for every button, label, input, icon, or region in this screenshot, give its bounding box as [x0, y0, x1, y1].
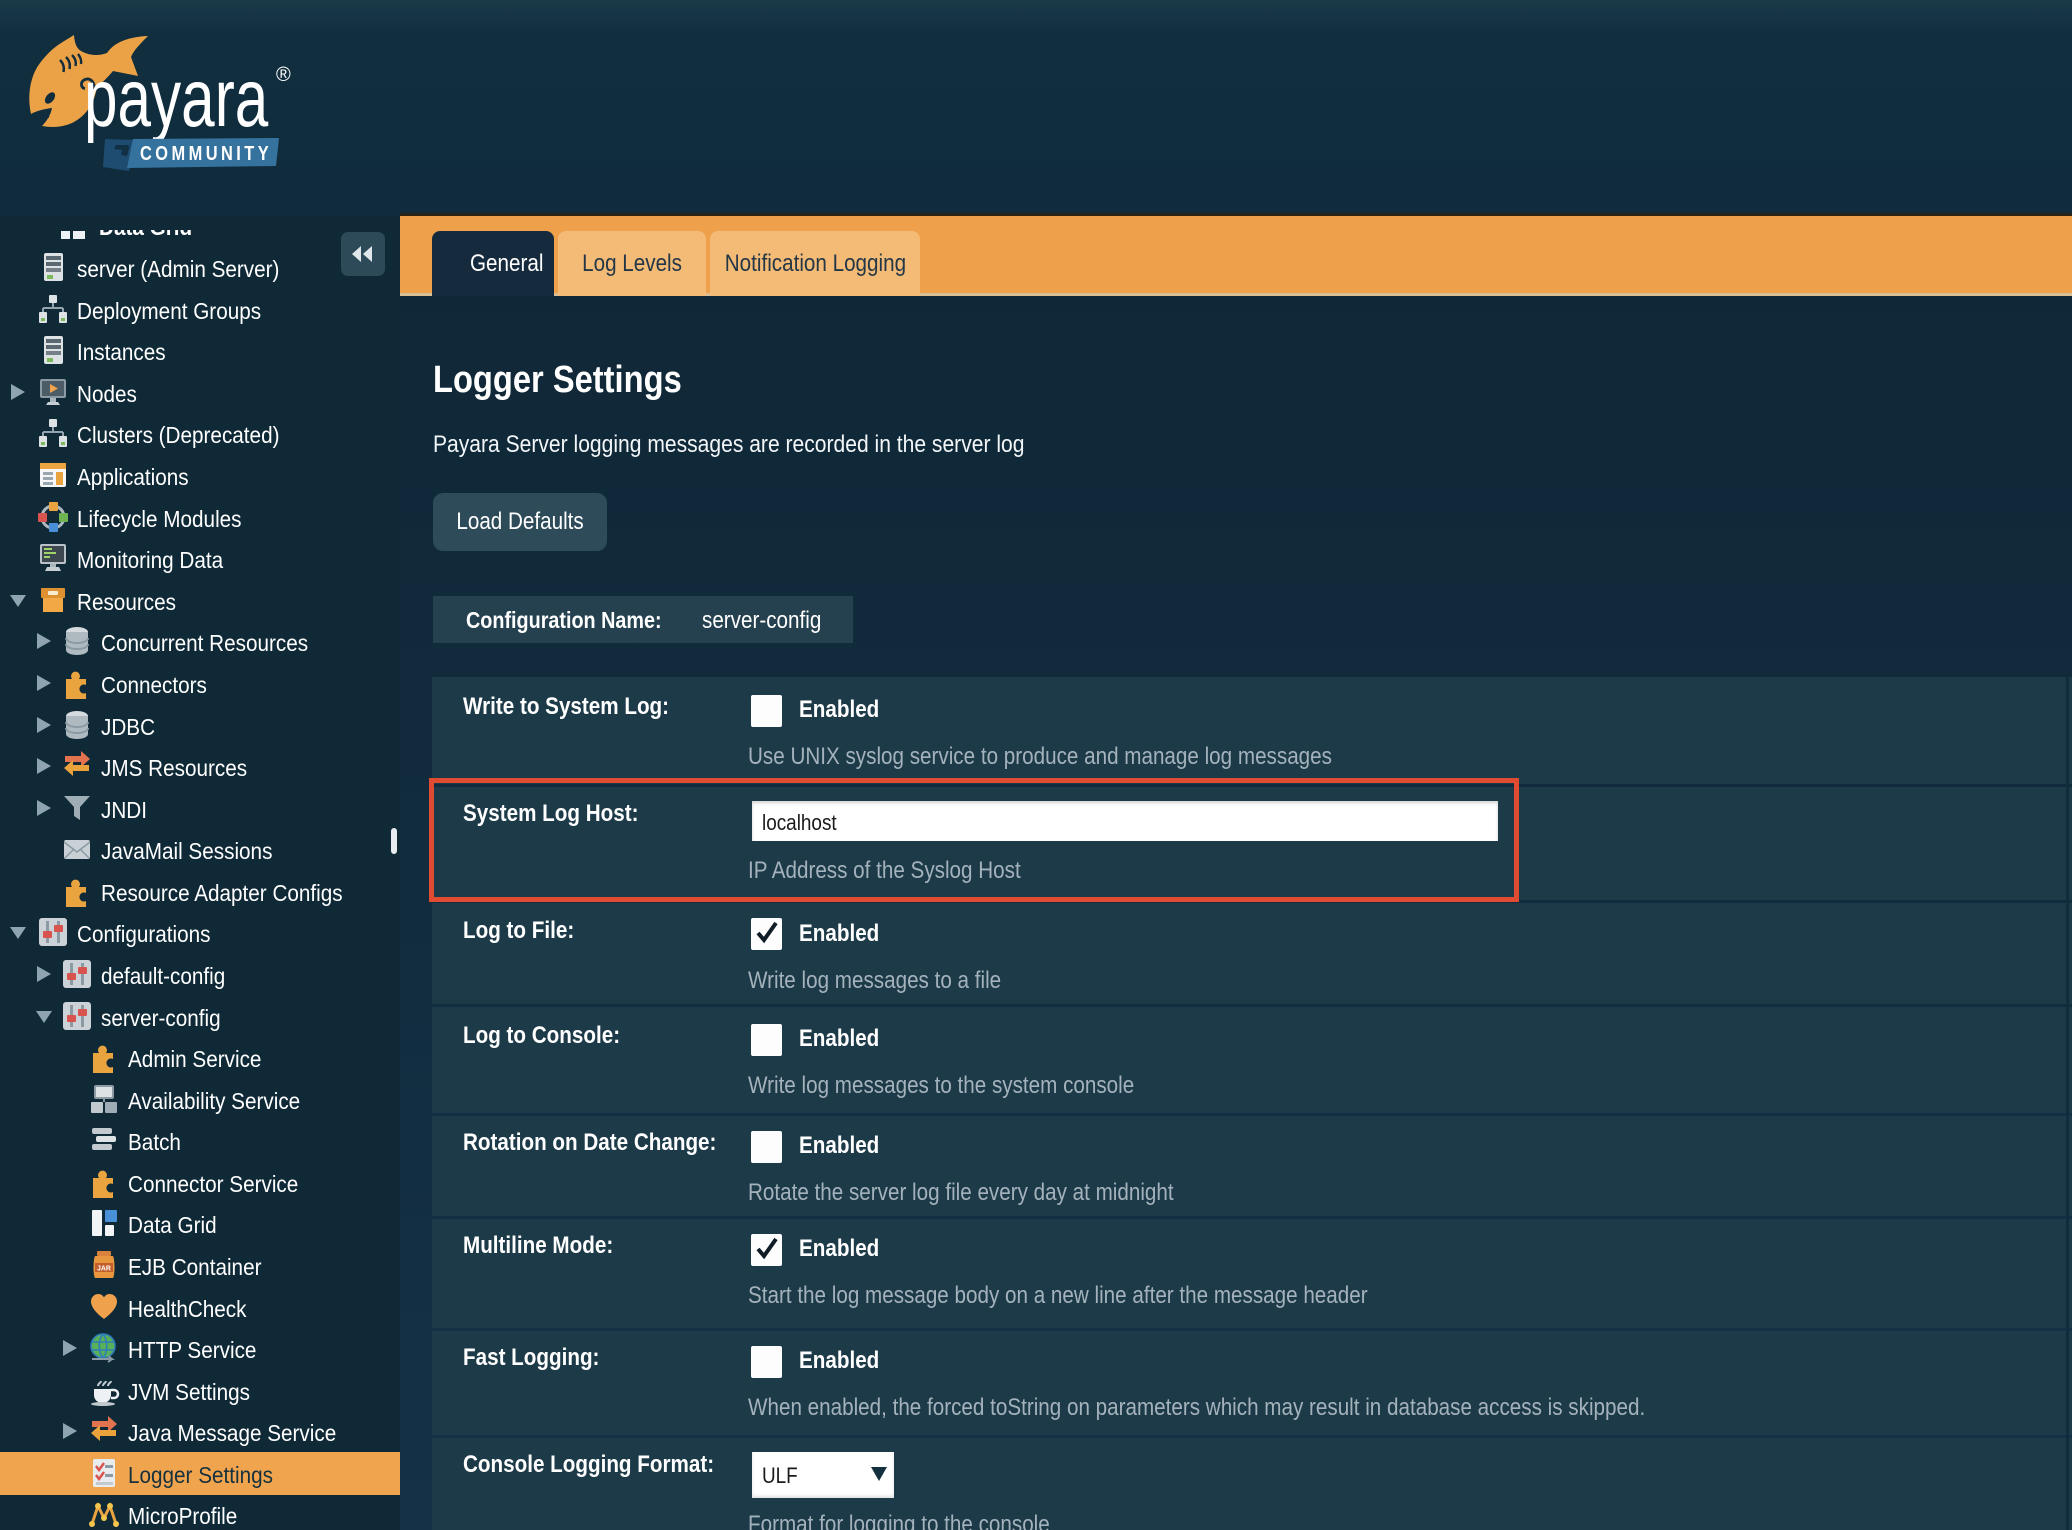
- svg-text:JAR: JAR: [97, 1266, 111, 1273]
